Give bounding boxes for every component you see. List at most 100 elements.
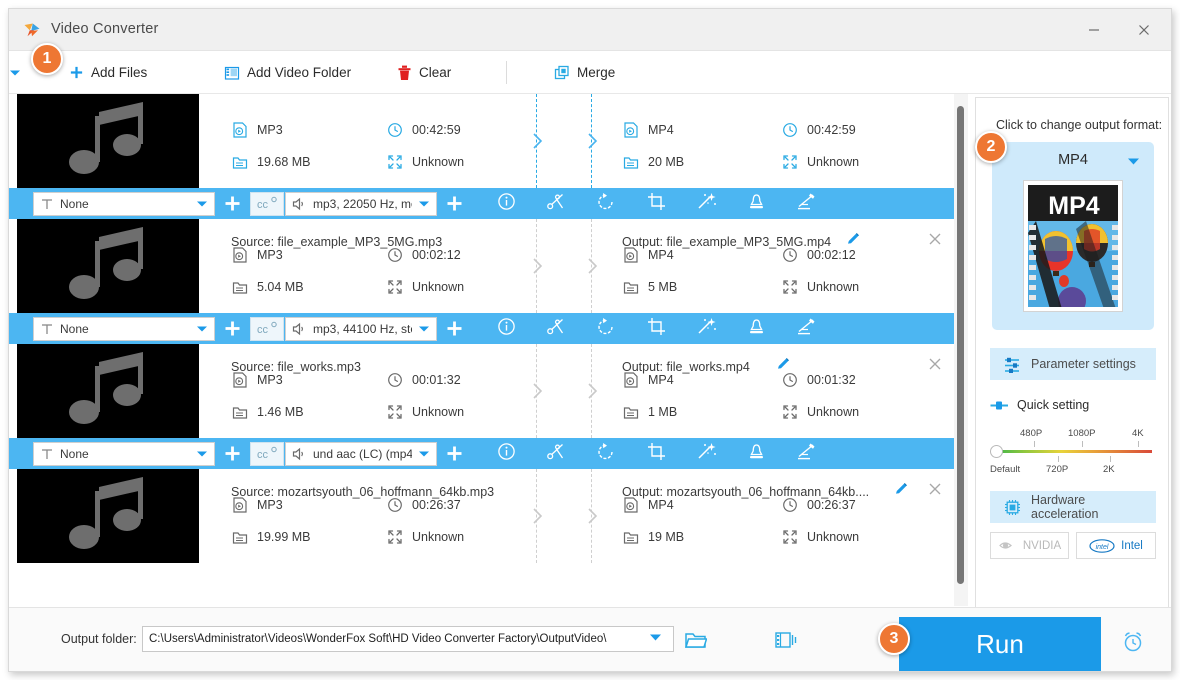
table-row[interactable]: Source: file_example_MP3_5MG.mp3 Output: … bbox=[9, 219, 961, 344]
remove-row-button[interactable] bbox=[927, 356, 945, 374]
scissors-cut-button[interactable] bbox=[531, 313, 581, 344]
plus-icon bbox=[447, 196, 461, 211]
slider-tick-1080p bbox=[1082, 441, 1083, 447]
scrollbar-thumb[interactable] bbox=[957, 106, 964, 584]
clock-icon bbox=[782, 372, 797, 387]
audio-track-select[interactable]: und aac (LC) (mp4a bbox=[285, 441, 437, 466]
chevron-down-icon[interactable] bbox=[196, 200, 208, 208]
file-format-icon bbox=[623, 246, 638, 263]
cc-icon: cc bbox=[257, 196, 277, 211]
svg-text:intel: intel bbox=[1096, 544, 1109, 551]
chevron-down-icon[interactable] bbox=[418, 200, 430, 208]
magic-wand-effects-icon bbox=[696, 316, 717, 341]
close-button[interactable] bbox=[1121, 9, 1167, 51]
info-button[interactable] bbox=[481, 313, 531, 344]
close-icon[interactable] bbox=[927, 231, 943, 247]
table-row[interactable]: Source: mozartsyouth_06_hoffmann_64kb.mp… bbox=[9, 469, 961, 563]
folder-open-icon[interactable] bbox=[685, 630, 707, 650]
cc-icon: cc bbox=[257, 321, 277, 336]
subtitle-edit-button[interactable] bbox=[781, 313, 831, 344]
row-content: Source: file_works.mp3 Output: file_works… bbox=[9, 344, 961, 438]
add-files-button[interactable]: Add Files bbox=[69, 51, 147, 94]
run-button[interactable]: Run bbox=[899, 617, 1101, 671]
audio-track-select[interactable]: mp3, 22050 Hz, mo bbox=[285, 191, 437, 216]
chevron-down-icon[interactable] bbox=[649, 633, 662, 642]
parameter-settings-button[interactable]: Parameter settings bbox=[990, 348, 1156, 380]
merge-squares-icon bbox=[554, 65, 569, 79]
crop-button[interactable] bbox=[631, 438, 681, 469]
remove-row-button[interactable] bbox=[927, 231, 945, 249]
info-button[interactable] bbox=[481, 188, 531, 219]
step-badge-1: 1 bbox=[31, 43, 63, 75]
remove-row-button[interactable] bbox=[927, 481, 945, 499]
minimize-button[interactable] bbox=[1071, 9, 1117, 51]
crop-button[interactable] bbox=[631, 188, 681, 219]
sliders-icon bbox=[1005, 357, 1019, 373]
slider-track[interactable] bbox=[996, 450, 1152, 453]
output-resolution: Unknown bbox=[781, 153, 859, 170]
edit-pencil-icon[interactable] bbox=[776, 356, 791, 371]
file-list[interactable]: MP3 00:42:59 19.68 MB Unknown MP4 00:42:… bbox=[9, 94, 961, 606]
source-size: 19.99 MB bbox=[231, 528, 311, 545]
rotate-button[interactable] bbox=[581, 438, 631, 469]
edit-pencil-icon[interactable] bbox=[894, 481, 909, 496]
media-library-icon[interactable] bbox=[775, 630, 797, 650]
edit-pencil-icon[interactable] bbox=[846, 231, 861, 246]
watermark-stamp-button[interactable] bbox=[731, 188, 781, 219]
file-size-icon bbox=[623, 281, 638, 294]
rotate-button[interactable] bbox=[581, 313, 631, 344]
subtitle-track-select[interactable]: None bbox=[33, 316, 215, 341]
crop-button[interactable] bbox=[631, 313, 681, 344]
slider-knob[interactable] bbox=[990, 445, 1003, 458]
table-row[interactable]: Source: file_works.mp3 Output: file_works… bbox=[9, 344, 961, 469]
magic-wand-effects-button[interactable] bbox=[681, 188, 731, 219]
chevron-down-icon[interactable] bbox=[196, 450, 208, 458]
table-row[interactable]: MP3 00:42:59 19.68 MB Unknown MP4 00:42:… bbox=[9, 94, 961, 219]
intel-toggle[interactable]: intel Intel bbox=[1076, 532, 1156, 559]
subtitle-track-select[interactable]: None bbox=[33, 441, 215, 466]
add-audio-button[interactable] bbox=[437, 438, 471, 469]
close-icon[interactable] bbox=[927, 356, 943, 372]
chevron-down-icon[interactable] bbox=[196, 325, 208, 333]
output-format-card[interactable]: MP4 MP4 bbox=[992, 142, 1154, 330]
add-audio-button[interactable] bbox=[437, 313, 471, 344]
alarm-clock-icon[interactable] bbox=[1121, 630, 1145, 654]
magic-wand-effects-button[interactable] bbox=[681, 313, 731, 344]
audio-track-select[interactable]: mp3, 44100 Hz, ste bbox=[285, 316, 437, 341]
output-folder-input[interactable]: C:\Users\Administrator\Videos\WonderFox … bbox=[142, 626, 674, 652]
rename-output-button[interactable] bbox=[894, 481, 909, 501]
scissors-cut-button[interactable] bbox=[531, 188, 581, 219]
closed-caption-button[interactable]: cc bbox=[250, 316, 284, 341]
magic-wand-effects-button[interactable] bbox=[681, 438, 731, 469]
add-audio-button[interactable] bbox=[437, 188, 471, 219]
add-video-folder-button[interactable]: Add Video Folder bbox=[224, 51, 351, 94]
info-button[interactable] bbox=[481, 438, 531, 469]
chevron-down-icon[interactable] bbox=[418, 450, 430, 458]
subtitle-edit-button[interactable] bbox=[781, 188, 831, 219]
subtitle-edit-button[interactable] bbox=[781, 438, 831, 469]
nvidia-label: NVIDIA bbox=[1022, 539, 1062, 552]
add-subtitle-button[interactable] bbox=[215, 313, 249, 344]
scissors-cut-button[interactable] bbox=[531, 438, 581, 469]
chevron-down-icon[interactable] bbox=[1127, 157, 1140, 166]
closed-caption-button[interactable]: cc bbox=[250, 191, 284, 216]
chevron-down-icon[interactable] bbox=[418, 325, 430, 333]
watermark-stamp-button[interactable] bbox=[731, 438, 781, 469]
rotate-button[interactable] bbox=[581, 188, 631, 219]
close-icon[interactable] bbox=[927, 481, 943, 497]
merge-button[interactable]: Merge bbox=[554, 51, 615, 94]
subtitle-track-select[interactable]: None bbox=[33, 191, 215, 216]
toolbar: Add Files Add Video Folder Clear Merge bbox=[9, 51, 1171, 94]
clear-button[interactable]: Clear bbox=[397, 51, 451, 94]
file-list-scrollbar[interactable] bbox=[954, 94, 968, 606]
add-subtitle-button[interactable] bbox=[215, 188, 249, 219]
svg-text:cc: cc bbox=[257, 199, 269, 211]
music-note-icon bbox=[69, 102, 143, 174]
watermark-stamp-button[interactable] bbox=[731, 313, 781, 344]
add-subtitle-button[interactable] bbox=[215, 438, 249, 469]
quality-slider[interactable]: 480P 1080P 4K Default 720P 2K bbox=[990, 428, 1156, 483]
hardware-acceleration-button[interactable]: Hardware acceleration bbox=[990, 491, 1156, 523]
speaker-icon bbox=[292, 197, 303, 210]
closed-caption-button[interactable]: cc bbox=[250, 441, 284, 466]
nvidia-toggle[interactable]: NVIDIA bbox=[990, 532, 1069, 559]
